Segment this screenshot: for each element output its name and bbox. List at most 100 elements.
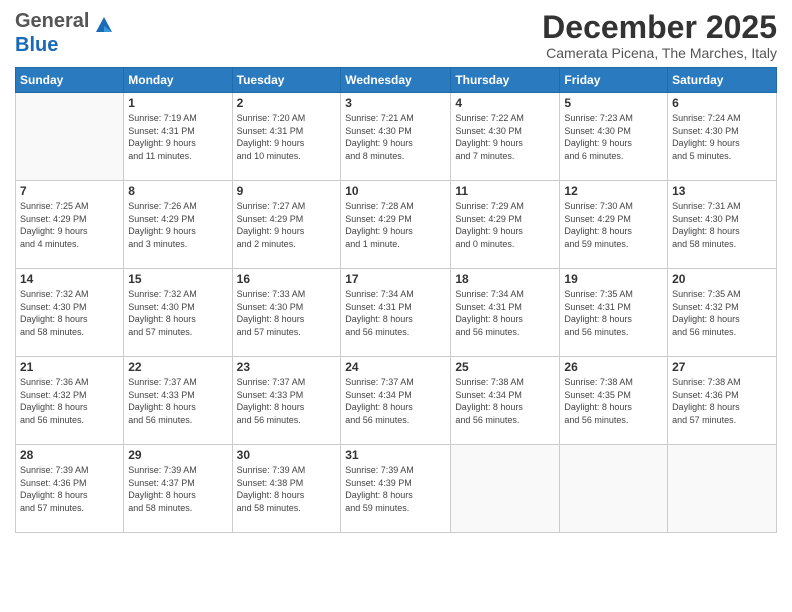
logo-blue: Blue bbox=[15, 34, 58, 56]
day-info: Sunrise: 7:25 AM Sunset: 4:29 PM Dayligh… bbox=[20, 200, 119, 250]
day-number: 19 bbox=[564, 272, 663, 286]
day-number: 9 bbox=[237, 184, 337, 198]
day-number: 8 bbox=[128, 184, 227, 198]
day-info: Sunrise: 7:39 AM Sunset: 4:39 PM Dayligh… bbox=[345, 464, 446, 514]
day-number: 17 bbox=[345, 272, 446, 286]
day-cell bbox=[451, 445, 560, 533]
day-number: 16 bbox=[237, 272, 337, 286]
day-number: 25 bbox=[455, 360, 555, 374]
day-cell: 18 Sunrise: 7:34 AM Sunset: 4:31 PM Dayli… bbox=[451, 269, 560, 357]
day-cell: 4Sunrise: 7:22 AM Sunset: 4:30 PM Daylig… bbox=[451, 93, 560, 181]
day-cell: 15 Sunrise: 7:32 AM Sunset: 4:30 PM Dayli… bbox=[124, 269, 232, 357]
day-number: 21 bbox=[20, 360, 119, 374]
day-cell: 11Sunrise: 7:29 AM Sunset: 4:29 PM Dayli… bbox=[451, 181, 560, 269]
weekday-header-sunday: Sunday bbox=[16, 68, 124, 93]
day-cell: 5 Sunrise: 7:23 AM Sunset: 4:30 PM Daylig… bbox=[560, 93, 668, 181]
day-number: 30 bbox=[237, 448, 337, 462]
weekday-header-wednesday: Wednesday bbox=[341, 68, 451, 93]
logo-general: General bbox=[15, 10, 89, 33]
day-cell: 20 Sunrise: 7:35 AM Sunset: 4:32 PM Dayli… bbox=[668, 269, 777, 357]
day-number: 15 bbox=[128, 272, 227, 286]
day-cell: 16 Sunrise: 7:33 AM Sunset: 4:30 PM Dayli… bbox=[232, 269, 341, 357]
day-cell: 3Sunrise: 7:21 AM Sunset: 4:30 PM Daylig… bbox=[341, 93, 451, 181]
day-number: 13 bbox=[672, 184, 772, 198]
week-row-4: 21 Sunrise: 7:36 AM Sunset: 4:32 PM Dayli… bbox=[16, 357, 777, 445]
day-number: 23 bbox=[237, 360, 337, 374]
day-cell bbox=[560, 445, 668, 533]
day-info: Sunrise: 7:39 AM Sunset: 4:38 PM Dayligh… bbox=[237, 464, 337, 514]
day-cell: 27Sunrise: 7:38 AM Sunset: 4:36 PM Dayli… bbox=[668, 357, 777, 445]
day-info: Sunrise: 7:35 AM Sunset: 4:32 PM Dayligh… bbox=[672, 288, 772, 338]
day-info: Sunrise: 7:29 AM Sunset: 4:29 PM Dayligh… bbox=[455, 200, 555, 250]
day-cell: 30 Sunrise: 7:39 AM Sunset: 4:38 PM Dayli… bbox=[232, 445, 341, 533]
day-number: 22 bbox=[128, 360, 227, 374]
day-cell: 29Sunrise: 7:39 AM Sunset: 4:37 PM Dayli… bbox=[124, 445, 232, 533]
day-cell: 24Sunrise: 7:37 AM Sunset: 4:34 PM Dayli… bbox=[341, 357, 451, 445]
day-info: Sunrise: 7:23 AM Sunset: 4:30 PM Dayligh… bbox=[564, 112, 663, 162]
logo-icon bbox=[91, 12, 117, 38]
day-number: 24 bbox=[345, 360, 446, 374]
weekday-header-monday: Monday bbox=[124, 68, 232, 93]
day-info: Sunrise: 7:19 AM Sunset: 4:31 PM Dayligh… bbox=[128, 112, 227, 162]
week-row-2: 7 Sunrise: 7:25 AM Sunset: 4:29 PM Daylig… bbox=[16, 181, 777, 269]
week-row-1: 1 Sunrise: 7:19 AM Sunset: 4:31 PM Daylig… bbox=[16, 93, 777, 181]
day-number: 1 bbox=[128, 96, 227, 110]
day-cell: 21 Sunrise: 7:36 AM Sunset: 4:32 PM Dayli… bbox=[16, 357, 124, 445]
day-number: 14 bbox=[20, 272, 119, 286]
day-info: Sunrise: 7:32 AM Sunset: 4:30 PM Dayligh… bbox=[20, 288, 119, 338]
day-number: 4 bbox=[455, 96, 555, 110]
day-cell: 10Sunrise: 7:28 AM Sunset: 4:29 PM Dayli… bbox=[341, 181, 451, 269]
day-cell: 8 Sunrise: 7:26 AM Sunset: 4:29 PM Daylig… bbox=[124, 181, 232, 269]
day-cell: 13 Sunrise: 7:31 AM Sunset: 4:30 PM Dayli… bbox=[668, 181, 777, 269]
day-number: 5 bbox=[564, 96, 663, 110]
day-info: Sunrise: 7:37 AM Sunset: 4:33 PM Dayligh… bbox=[128, 376, 227, 426]
day-info: Sunrise: 7:31 AM Sunset: 4:30 PM Dayligh… bbox=[672, 200, 772, 250]
day-cell: 26 Sunrise: 7:38 AM Sunset: 4:35 PM Dayli… bbox=[560, 357, 668, 445]
day-number: 28 bbox=[20, 448, 119, 462]
day-number: 26 bbox=[564, 360, 663, 374]
logo: General Blue bbox=[15, 10, 117, 57]
day-info: Sunrise: 7:39 AM Sunset: 4:36 PM Dayligh… bbox=[20, 464, 119, 514]
day-cell: 22 Sunrise: 7:37 AM Sunset: 4:33 PM Dayli… bbox=[124, 357, 232, 445]
day-number: 20 bbox=[672, 272, 772, 286]
week-row-3: 14 Sunrise: 7:32 AM Sunset: 4:30 PM Dayli… bbox=[16, 269, 777, 357]
day-info: Sunrise: 7:35 AM Sunset: 4:31 PM Dayligh… bbox=[564, 288, 663, 338]
day-info: Sunrise: 7:24 AM Sunset: 4:30 PM Dayligh… bbox=[672, 112, 772, 162]
day-number: 31 bbox=[345, 448, 446, 462]
title-area: December 2025 Camerata Picena, The March… bbox=[542, 10, 777, 61]
header: General Blue December 2025 Camerata Pice… bbox=[15, 10, 777, 61]
weekday-header-row: SundayMondayTuesdayWednesdayThursdayFrid… bbox=[16, 68, 777, 93]
day-info: Sunrise: 7:33 AM Sunset: 4:30 PM Dayligh… bbox=[237, 288, 337, 338]
day-info: Sunrise: 7:34 AM Sunset: 4:31 PM Dayligh… bbox=[455, 288, 555, 338]
day-info: Sunrise: 7:34 AM Sunset: 4:31 PM Dayligh… bbox=[345, 288, 446, 338]
day-number: 18 bbox=[455, 272, 555, 286]
day-info: Sunrise: 7:27 AM Sunset: 4:29 PM Dayligh… bbox=[237, 200, 337, 250]
day-info: Sunrise: 7:39 AM Sunset: 4:37 PM Dayligh… bbox=[128, 464, 227, 514]
day-info: Sunrise: 7:26 AM Sunset: 4:29 PM Dayligh… bbox=[128, 200, 227, 250]
day-info: Sunrise: 7:32 AM Sunset: 4:30 PM Dayligh… bbox=[128, 288, 227, 338]
weekday-header-tuesday: Tuesday bbox=[232, 68, 341, 93]
day-cell bbox=[16, 93, 124, 181]
subtitle: Camerata Picena, The Marches, Italy bbox=[542, 45, 777, 61]
day-cell: 6 Sunrise: 7:24 AM Sunset: 4:30 PM Daylig… bbox=[668, 93, 777, 181]
day-number: 2 bbox=[237, 96, 337, 110]
weekday-header-saturday: Saturday bbox=[668, 68, 777, 93]
month-title: December 2025 bbox=[542, 10, 777, 45]
calendar-table: SundayMondayTuesdayWednesdayThursdayFrid… bbox=[15, 67, 777, 533]
day-cell: 31 Sunrise: 7:39 AM Sunset: 4:39 PM Dayli… bbox=[341, 445, 451, 533]
day-info: Sunrise: 7:20 AM Sunset: 4:31 PM Dayligh… bbox=[237, 112, 337, 162]
day-number: 7 bbox=[20, 184, 119, 198]
day-cell: 19 Sunrise: 7:35 AM Sunset: 4:31 PM Dayli… bbox=[560, 269, 668, 357]
day-info: Sunrise: 7:30 AM Sunset: 4:29 PM Dayligh… bbox=[564, 200, 663, 250]
weekday-header-friday: Friday bbox=[560, 68, 668, 93]
week-row-5: 28 Sunrise: 7:39 AM Sunset: 4:36 PM Dayli… bbox=[16, 445, 777, 533]
day-info: Sunrise: 7:38 AM Sunset: 4:34 PM Dayligh… bbox=[455, 376, 555, 426]
day-cell: 25 Sunrise: 7:38 AM Sunset: 4:34 PM Dayli… bbox=[451, 357, 560, 445]
day-cell: 9 Sunrise: 7:27 AM Sunset: 4:29 PM Daylig… bbox=[232, 181, 341, 269]
day-number: 6 bbox=[672, 96, 772, 110]
day-number: 12 bbox=[564, 184, 663, 198]
day-cell: 1 Sunrise: 7:19 AM Sunset: 4:31 PM Daylig… bbox=[124, 93, 232, 181]
day-cell: 17 Sunrise: 7:34 AM Sunset: 4:31 PM Dayli… bbox=[341, 269, 451, 357]
day-info: Sunrise: 7:36 AM Sunset: 4:32 PM Dayligh… bbox=[20, 376, 119, 426]
day-info: Sunrise: 7:38 AM Sunset: 4:35 PM Dayligh… bbox=[564, 376, 663, 426]
